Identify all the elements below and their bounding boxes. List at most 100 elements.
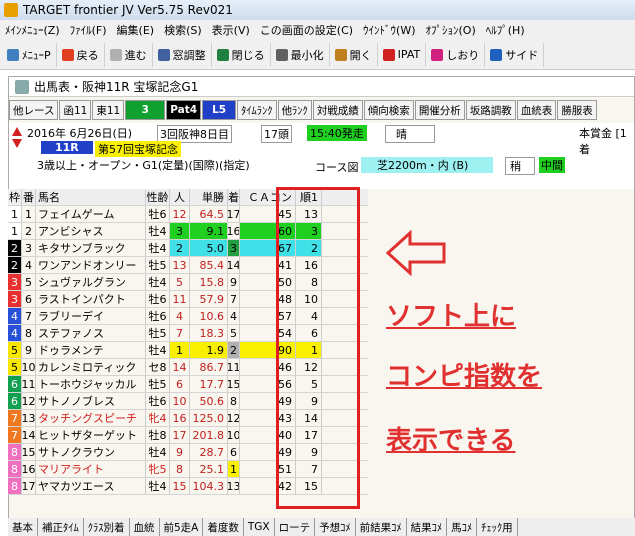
cell-ch: 2 <box>228 342 240 358</box>
course-label[interactable]: コース図 <box>315 159 358 175</box>
cell-sex: 牝4 <box>146 410 170 426</box>
title-bar: TARGET frontier JV Ver5.75 Rev021 <box>0 0 635 20</box>
cell-pop: 13 <box>170 257 190 273</box>
column-header[interactable]: 番 <box>22 189 36 205</box>
tab[interactable]: 他レース <box>9 100 59 120</box>
bottom-tab[interactable]: 馬ｺﾒ <box>447 518 478 536</box>
toolbar-button[interactable]: 窓調整 <box>153 42 212 67</box>
toolbar-label: 最小化 <box>290 48 324 62</box>
cell-pop: 14 <box>170 359 190 375</box>
toolbar-button[interactable]: しおり <box>426 42 486 67</box>
cell-ch: 15 <box>228 376 240 392</box>
toolbar-button[interactable]: 閉じる <box>212 42 271 67</box>
menu-item[interactable]: ﾌｧｲﾙ(F) <box>65 22 112 38</box>
menu-item[interactable]: 検索(S) <box>159 22 207 38</box>
menu-item[interactable]: 編集(E) <box>112 22 160 38</box>
column-header[interactable]: 枠 <box>8 189 22 205</box>
cell-ch: 17 <box>228 206 240 222</box>
cell-name: ヒットザターゲット <box>36 427 146 443</box>
cell-sex: 牡6 <box>146 393 170 409</box>
column-header[interactable]: 単勝 <box>190 189 228 205</box>
tab[interactable]: 勝服表 <box>557 100 597 120</box>
tab[interactable]: ﾀｲﾑﾗﾝｸ <box>237 100 277 120</box>
horse-icon <box>15 79 29 94</box>
tab[interactable]: 東11 <box>92 100 125 120</box>
tab[interactable]: 坂路調教 <box>465 100 516 120</box>
down-arrow-icon[interactable] <box>12 139 22 148</box>
race-runners: 17頭 <box>261 125 292 143</box>
toolbar-label: 戻る <box>76 48 99 62</box>
cell-sex: 牡4 <box>146 478 170 494</box>
cell-ban: 3 <box>22 240 36 256</box>
cell-ban: 17 <box>22 478 36 494</box>
tab[interactable]: Pat4 <box>166 100 202 120</box>
toolbar-button[interactable]: 最小化 <box>271 42 330 67</box>
bottom-tab[interactable]: ﾁｪｯｸ用 <box>477 518 518 536</box>
bottom-tab[interactable]: 血統 <box>130 518 160 536</box>
menu-item[interactable]: 表示(V) <box>207 22 255 38</box>
bottom-tab[interactable]: 前結果ｺﾒ <box>356 518 407 536</box>
tab[interactable]: 血統表 <box>516 100 557 120</box>
cell-name: ヤマカツエース <box>36 478 146 494</box>
cell-odds: 18.3 <box>190 325 228 341</box>
bottom-tab[interactable]: 予想ｺﾒ <box>315 518 356 536</box>
cell-waku: 8 <box>8 461 22 477</box>
highlight-box <box>276 187 360 509</box>
menu-item[interactable]: ｵﾌﾟｼｮﾝ(O) <box>421 22 481 38</box>
column-header[interactable]: 馬名 <box>36 189 146 205</box>
bottom-tab[interactable]: TGX <box>244 518 275 536</box>
cell-odds: 5.0 <box>190 240 228 256</box>
tab[interactable]: 対戦成績 <box>312 100 363 120</box>
window-title: TARGET frontier JV Ver5.75 Rev021 <box>23 3 233 17</box>
menu-item[interactable]: ｳｲﾝﾄﾞｳ(W) <box>358 22 420 38</box>
bottom-tab[interactable]: ｸﾗｽ別着 <box>84 518 130 536</box>
menu-item[interactable]: ﾒｲﾝﾒﾆｭｰ(Z) <box>0 22 65 38</box>
cell-waku: 1 <box>8 223 22 239</box>
cell-ban: 15 <box>22 444 36 460</box>
cell-waku: 3 <box>8 291 22 307</box>
toolbar-icon <box>216 48 229 61</box>
toolbar-button[interactable]: 戻る <box>57 42 105 67</box>
tab[interactable]: 他ﾗﾝｸ <box>277 100 312 120</box>
menu-item[interactable]: この画面の設定(C) <box>255 22 358 38</box>
cell-name: サトノノブレス <box>36 393 146 409</box>
bottom-tab[interactable]: 基本 <box>8 518 38 536</box>
toolbar-icon <box>7 48 19 61</box>
cell-pop: 4 <box>170 308 190 324</box>
bottom-tab[interactable]: ローテ <box>275 518 316 536</box>
cell-odds: 64.5 <box>190 206 228 222</box>
menu-bar: ﾒｲﾝﾒﾆｭｰ(Z) ﾌｧｲﾙ(F) 編集(E) 検索(S) 表示(V) この画面の設定(… <box>0 20 635 40</box>
toolbar-button[interactable]: サイド <box>485 42 545 67</box>
cell-ban: 9 <box>22 342 36 358</box>
column-header[interactable]: 着 <box>228 189 240 205</box>
column-header[interactable]: 人 <box>170 189 190 205</box>
cell-ch: 9 <box>228 274 240 290</box>
cell-ch: 16 <box>228 223 240 239</box>
bottom-tab[interactable]: 前5走A <box>160 518 204 536</box>
bottom-tab[interactable]: 結果ｺﾒ <box>407 518 448 536</box>
cell-odds: 10.6 <box>190 308 228 324</box>
cell-ban: 2 <box>22 223 36 239</box>
menu-item[interactable]: ﾍﾙﾌﾟ(H) <box>481 22 530 38</box>
up-arrow-icon[interactable] <box>12 127 22 136</box>
cell-name: サトノクラウン <box>36 444 146 460</box>
toolbar-icon <box>431 48 444 61</box>
toolbar-button[interactable]: 開く <box>330 42 378 67</box>
tab[interactable]: 傾向検索 <box>363 100 414 120</box>
toolbar-icon <box>382 48 395 61</box>
tab[interactable]: 開催分析 <box>414 100 465 120</box>
tab[interactable]: 函11 <box>59 100 92 120</box>
tab[interactable]: 3 <box>125 100 166 120</box>
column-header[interactable]: 性齢 <box>146 189 170 205</box>
cell-sex: 牡6 <box>146 206 170 222</box>
toolbar-button[interactable]: ﾒﾆｭｰP <box>2 42 57 67</box>
tab[interactable]: L5 <box>202 100 237 120</box>
bottom-tab[interactable]: 補正ﾀｲﾑ <box>38 518 84 536</box>
cell-ban: 5 <box>22 274 36 290</box>
cell-sex: 牝5 <box>146 461 170 477</box>
cell-name: カレンミロティック <box>36 359 146 375</box>
cell-pop: 5 <box>170 274 190 290</box>
toolbar-button[interactable]: IPAT <box>378 42 427 67</box>
toolbar-button[interactable]: 進む <box>105 42 153 67</box>
bottom-tab[interactable]: 着度数 <box>203 518 244 536</box>
